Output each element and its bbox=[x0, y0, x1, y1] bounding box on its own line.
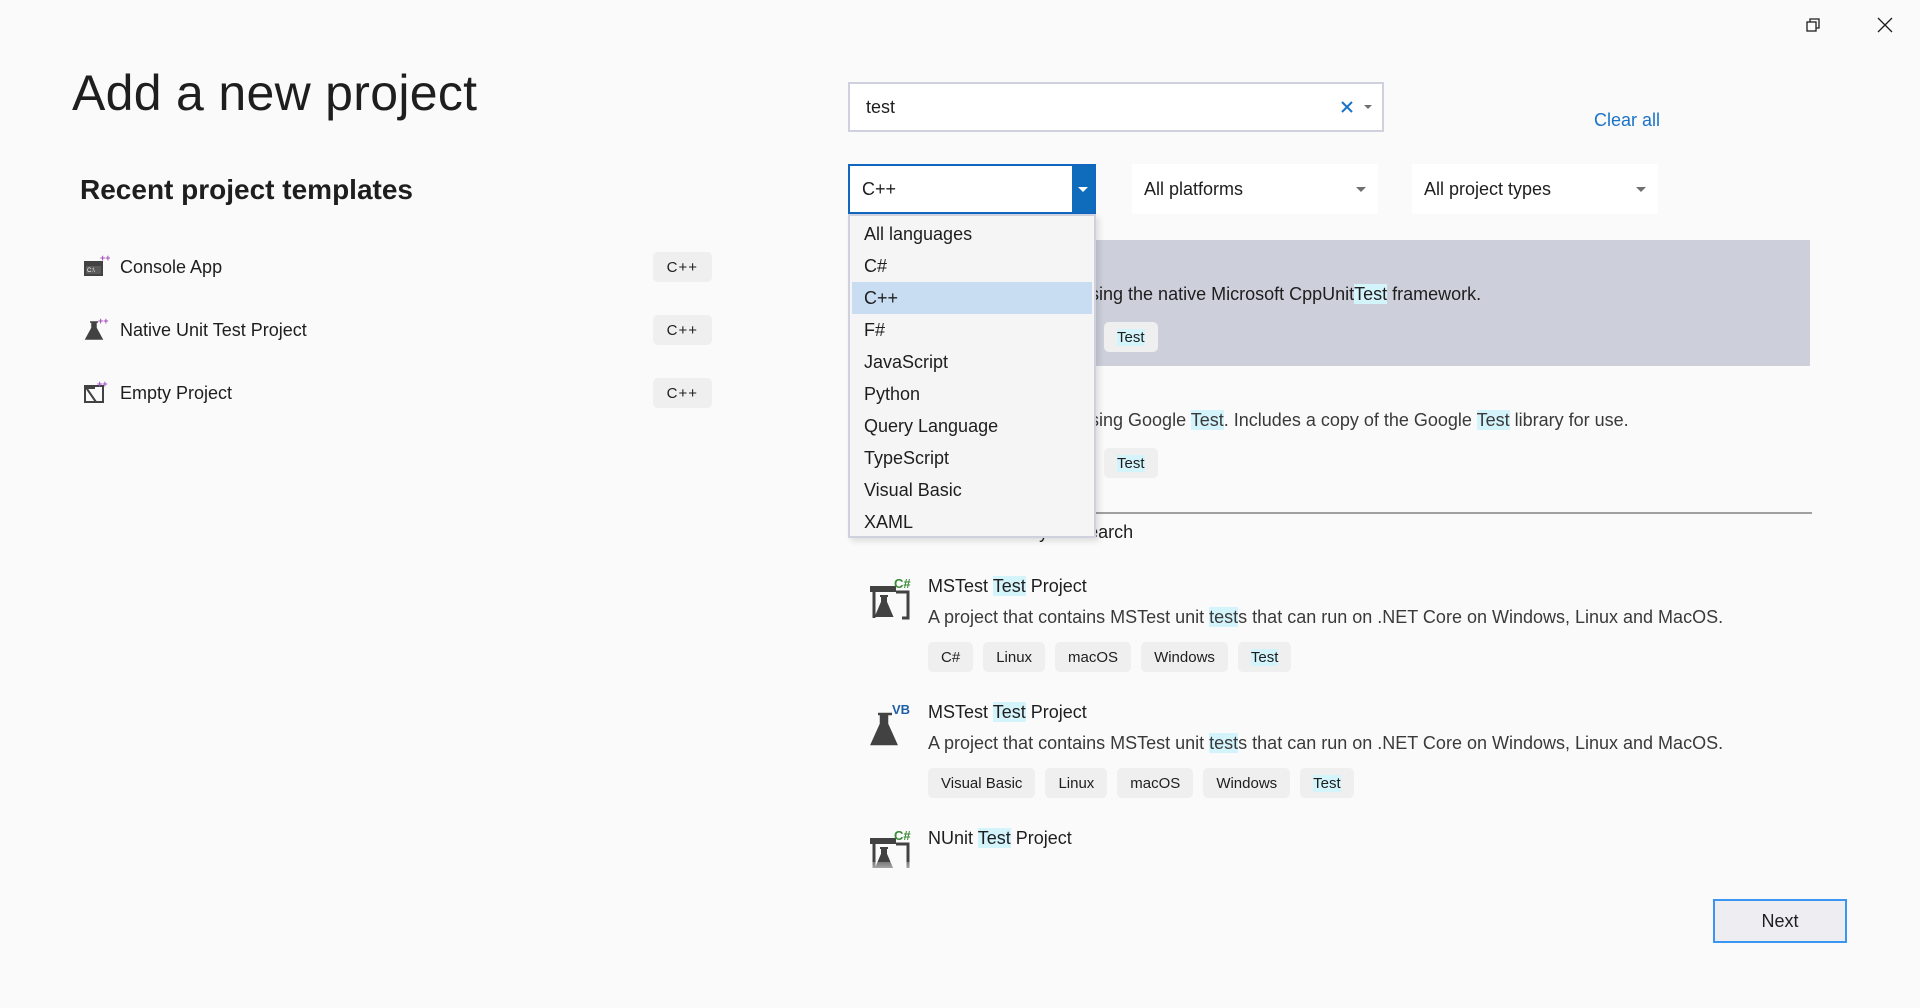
language-tag: C++ bbox=[652, 315, 712, 345]
result-description: A project that contains MSTest unit test… bbox=[928, 607, 1724, 627]
recent-item-label: Empty Project bbox=[120, 382, 233, 403]
tag: Linux bbox=[983, 642, 1046, 672]
language-option[interactable]: TypeScript bbox=[852, 442, 1092, 474]
flask-icon: ++ bbox=[82, 316, 110, 344]
tag-test: Test bbox=[1300, 768, 1354, 798]
platform-filter-value: All platforms bbox=[1144, 178, 1244, 199]
language-option[interactable]: Query Language bbox=[852, 410, 1092, 442]
result-title: MSTest Test Project bbox=[928, 702, 1087, 722]
project-type-filter[interactable]: All project types bbox=[1412, 164, 1658, 214]
list-fade bbox=[848, 862, 1818, 892]
recent-item-label: Native Unit Test Project bbox=[120, 319, 307, 340]
tag: Linux bbox=[1045, 768, 1108, 798]
language-option[interactable]: All languages bbox=[852, 218, 1092, 250]
language-tag: C++ bbox=[652, 378, 712, 408]
tag: Visual Basic bbox=[928, 768, 1036, 798]
recent-templates-heading: Recent project templates bbox=[80, 174, 413, 205]
console-app-icon: C:\ ++ bbox=[82, 253, 111, 281]
language-dropdown-button[interactable] bbox=[1072, 166, 1094, 212]
page-title: Add a new project bbox=[72, 65, 478, 121]
empty-project-icon: ++ bbox=[82, 379, 110, 407]
svg-text:C#: C# bbox=[894, 576, 911, 591]
recent-item-empty-project[interactable]: ++ Empty Project C++ bbox=[80, 371, 712, 415]
result-description: using Google Test. Includes a copy of th… bbox=[1080, 410, 1629, 430]
chevron-down-icon[interactable] bbox=[1358, 105, 1378, 109]
svg-text:C#: C# bbox=[894, 828, 911, 843]
tag-test: Test bbox=[1104, 322, 1158, 352]
result-tags: C# Linux macOS Windows Test bbox=[928, 642, 1301, 672]
svg-text:++: ++ bbox=[97, 379, 108, 389]
language-option[interactable]: Python bbox=[852, 378, 1092, 410]
result-title: MSTest Test Project bbox=[928, 576, 1087, 596]
language-option-selected[interactable]: C++ bbox=[852, 282, 1092, 314]
other-result-mstest-csharp[interactable]: C# MSTest Test Project A project that co… bbox=[848, 576, 1810, 686]
other-result-mstest-vb[interactable]: VB MSTest Test Project A project that co… bbox=[848, 702, 1810, 812]
language-option[interactable]: C# bbox=[852, 250, 1092, 282]
tag-test: Test bbox=[1104, 448, 1158, 478]
svg-text:++: ++ bbox=[98, 316, 109, 326]
restore-button[interactable] bbox=[1790, 10, 1836, 40]
recent-item-native-unit-test[interactable]: ++ Native Unit Test Project C++ bbox=[80, 308, 712, 352]
svg-text:C:\: C:\ bbox=[87, 268, 95, 274]
close-icon bbox=[1877, 17, 1893, 33]
chevron-down-icon bbox=[1636, 186, 1646, 192]
language-dropdown-list: All languages C# C++ F# JavaScript Pytho… bbox=[848, 214, 1096, 538]
tag: Windows bbox=[1141, 642, 1228, 672]
tag: macOS bbox=[1055, 642, 1132, 672]
mstest-vb-icon: VB bbox=[868, 702, 916, 750]
svg-text:++: ++ bbox=[100, 253, 110, 263]
language-filter[interactable]: C++ bbox=[848, 164, 1096, 214]
restore-icon bbox=[1806, 18, 1820, 32]
result-description: using the native Microsoft CppUnitTest f… bbox=[1080, 284, 1482, 304]
language-option[interactable]: Visual Basic bbox=[852, 474, 1092, 506]
clear-x-icon[interactable] bbox=[1336, 96, 1358, 118]
language-tag: C++ bbox=[652, 252, 712, 282]
template-search-box[interactable] bbox=[848, 82, 1384, 132]
result-tags: Visual Basic Linux macOS Windows Test bbox=[928, 768, 1364, 798]
language-filter-value: C++ bbox=[862, 178, 897, 199]
result-title: NUnit Test Project bbox=[928, 828, 1072, 848]
tag: macOS bbox=[1117, 768, 1194, 798]
tag: Windows bbox=[1203, 768, 1291, 798]
tag: C# bbox=[928, 642, 974, 672]
chevron-down-icon bbox=[1356, 186, 1366, 192]
result-description: A project that contains MSTest unit test… bbox=[928, 733, 1724, 753]
recent-item-label: Console App bbox=[120, 256, 223, 277]
svg-text:VB: VB bbox=[892, 702, 910, 717]
clear-all-link[interactable]: Clear all bbox=[1594, 110, 1660, 131]
chevron-down-icon bbox=[1078, 186, 1088, 192]
next-button[interactable]: Next bbox=[1713, 899, 1847, 943]
language-option[interactable]: F# bbox=[852, 314, 1092, 346]
tag-test: Test bbox=[1237, 642, 1292, 672]
mstest-csharp-icon: C# bbox=[868, 576, 916, 624]
platform-filter[interactable]: All platforms bbox=[1132, 164, 1378, 214]
close-button[interactable] bbox=[1862, 10, 1908, 40]
project-type-filter-value: All project types bbox=[1424, 178, 1552, 199]
search-input[interactable] bbox=[866, 96, 1336, 118]
language-option[interactable]: XAML bbox=[852, 506, 1092, 538]
recent-item-console-app[interactable]: C:\ ++ Console App C++ bbox=[80, 245, 712, 289]
language-option[interactable]: JavaScript bbox=[852, 346, 1092, 378]
